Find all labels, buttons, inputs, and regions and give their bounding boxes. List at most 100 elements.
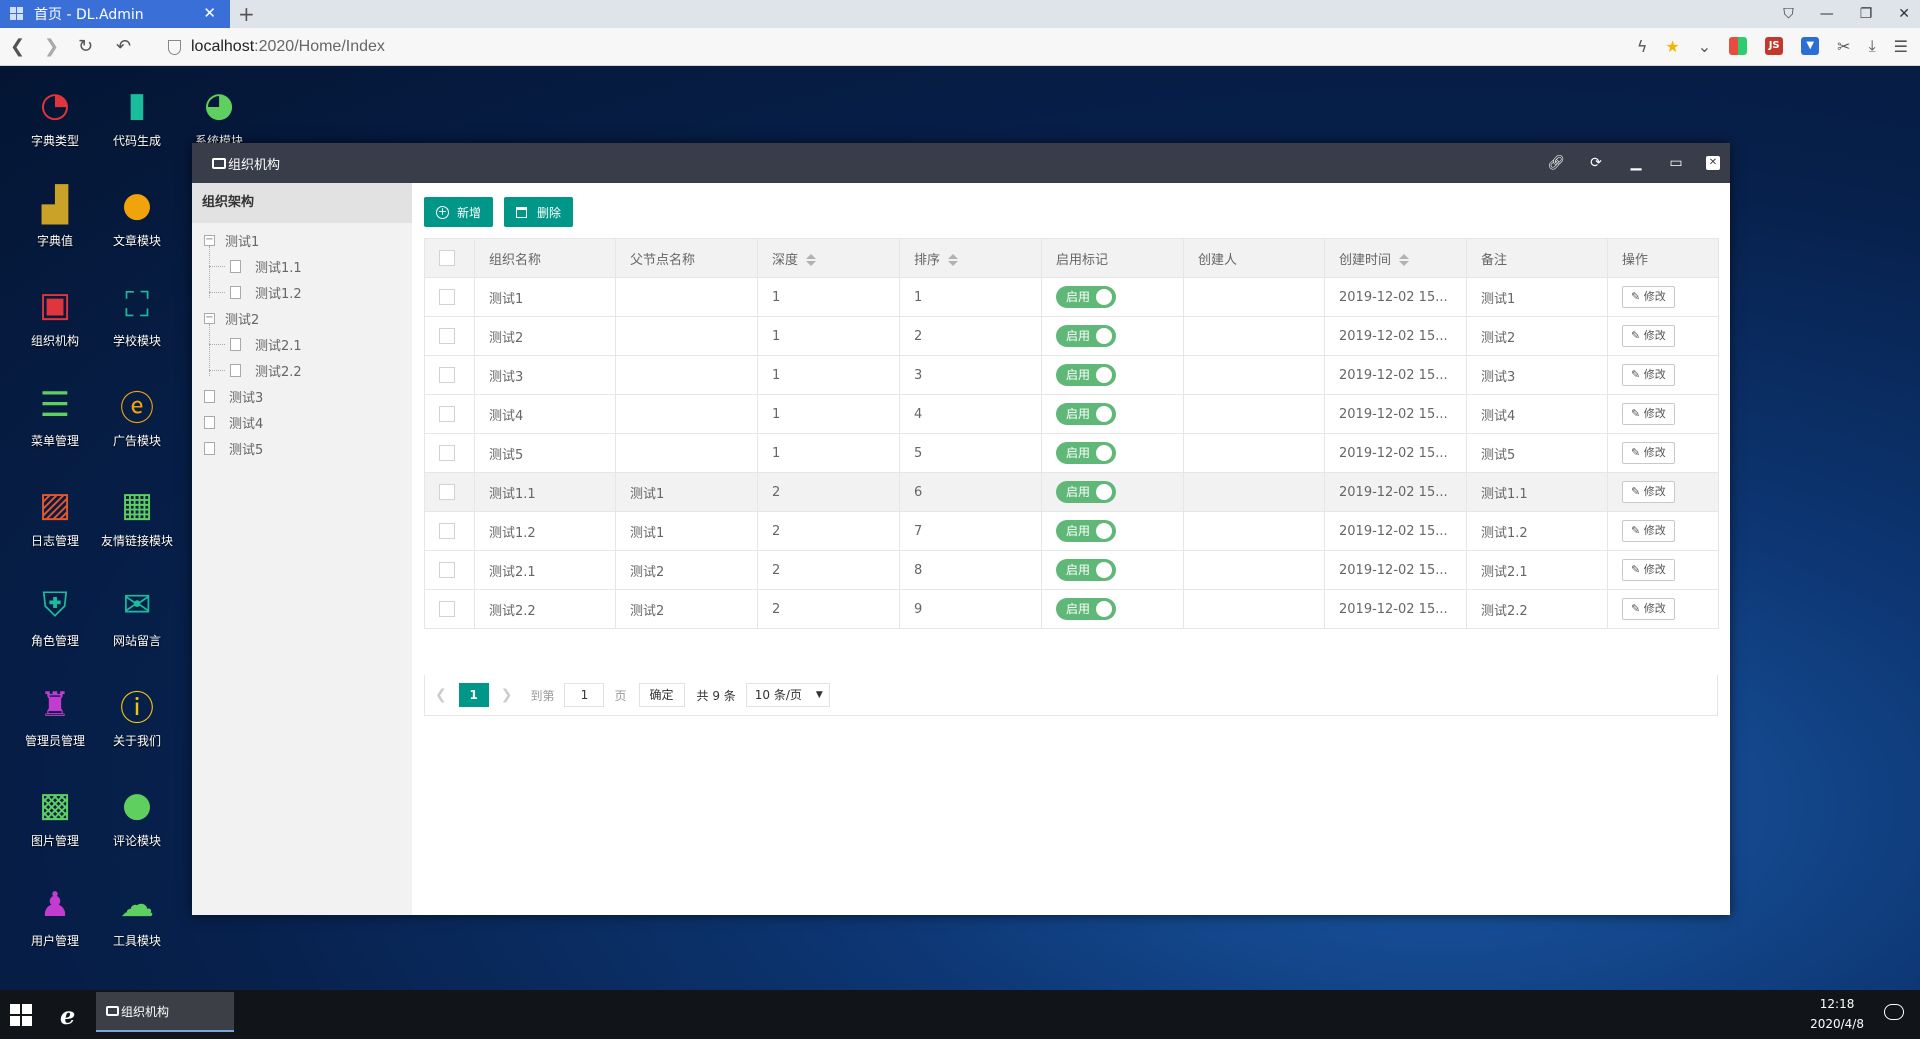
row-checkbox[interactable]	[439, 445, 455, 461]
row-checkbox[interactable]	[439, 484, 455, 500]
col-header[interactable]: 创建时间	[1324, 238, 1467, 278]
edit-button[interactable]: ✎ 修改	[1622, 520, 1675, 542]
dropdown-icon[interactable]: ⌄	[1698, 37, 1711, 56]
minimize-icon[interactable]: —	[1820, 6, 1834, 22]
shirt-icon[interactable]: ⛉	[1783, 6, 1794, 22]
forward-icon[interactable]: ❯	[44, 36, 59, 57]
row-checkbox[interactable]	[439, 367, 455, 383]
row-checkbox[interactable]	[439, 523, 455, 539]
enabled-toggle[interactable]: 启用	[1056, 325, 1116, 347]
tree-node[interactable]: 测试4	[204, 412, 263, 432]
edit-button[interactable]: ✎ 修改	[1622, 442, 1675, 464]
table-row[interactable]: 测试2.2 测试2 2 9 启用 2019-12-02 15... 测试2.2 ✎ 修改	[424, 589, 1719, 629]
desktop-icon[interactable]: ▦ 友情链接模块	[96, 485, 178, 549]
desktop-icon[interactable]: ✉ 网站留言	[96, 585, 178, 649]
refresh-icon[interactable]: ⟳	[1586, 153, 1606, 173]
desktop-icon[interactable]: ◕ 系统模块	[178, 85, 260, 149]
desktop-icon[interactable]: ⛨ 角色管理	[14, 585, 96, 649]
edit-button[interactable]: ✎ 修改	[1622, 559, 1675, 581]
edit-button[interactable]: ✎ 修改	[1622, 325, 1675, 347]
desktop-icon[interactable]: ▟ 字典值	[14, 185, 96, 249]
tree-node[interactable]: 测试1.2	[230, 282, 302, 302]
row-checkbox[interactable]	[439, 601, 455, 617]
enabled-toggle[interactable]: 启用	[1056, 559, 1116, 581]
tree-node[interactable]: 测试2.1	[230, 334, 302, 354]
desktop-icon[interactable]: ▮ 代码生成	[96, 85, 178, 149]
next-page-icon[interactable]: ❯	[501, 687, 513, 703]
back-icon[interactable]: ❮	[10, 36, 25, 57]
desktop-icon[interactable]: ⛶ 学校模块	[96, 285, 178, 349]
desktop-icon[interactable]: ● 文章模块	[96, 185, 178, 249]
goto-confirm-button[interactable]: 确定	[638, 683, 685, 707]
collapse-icon[interactable]: −	[204, 312, 215, 324]
desktop-icon[interactable]: ◔ 字典类型	[14, 85, 96, 149]
apps-icon[interactable]	[1729, 37, 1748, 55]
link-icon[interactable]: 🔗︎	[1546, 153, 1566, 173]
row-checkbox[interactable]	[439, 406, 455, 422]
collapse-icon[interactable]: −	[204, 234, 215, 246]
edit-button[interactable]: ✎ 修改	[1622, 403, 1675, 425]
maximize-window-icon[interactable]: ▭	[1666, 153, 1686, 173]
edit-button[interactable]: ✎ 修改	[1622, 286, 1675, 308]
col-header[interactable]: 深度	[757, 238, 900, 278]
table-row[interactable]: 测试3 1 3 启用 2019-12-02 15... 测试3 ✎ 修改	[424, 355, 1719, 395]
table-row[interactable]: 测试1 1 1 启用 2019-12-02 15... 测试1 ✎ 修改	[424, 277, 1719, 317]
sort-icon[interactable]	[948, 253, 959, 267]
minimize-window-icon[interactable]: ▁	[1626, 153, 1646, 173]
menu-icon[interactable]: ☰	[1894, 37, 1908, 56]
lightning-icon[interactable]: ϟ	[1637, 37, 1648, 56]
tree-node[interactable]: 测试1.1	[230, 256, 302, 276]
enabled-toggle[interactable]: 启用	[1056, 286, 1116, 308]
system-clock[interactable]: 12:18 2020/4/8	[1810, 994, 1864, 1034]
tree-node[interactable]: 测试3	[204, 386, 263, 406]
desktop-icon[interactable]: ☁ 工具模块	[96, 885, 178, 949]
close-window-icon[interactable]: ✕	[1898, 6, 1910, 22]
table-row[interactable]: 测试2.1 测试2 2 8 启用 2019-12-02 15... 测试2.1 ✎ 修改	[424, 550, 1719, 590]
page-input[interactable]: 1	[564, 683, 605, 707]
save-extension-icon[interactable]: ▼	[1801, 37, 1820, 55]
desktop-icon[interactable]: ▣ 组织机构	[14, 285, 96, 349]
enabled-toggle[interactable]: 启用	[1056, 520, 1116, 542]
table-row[interactable]: 测试5 1 5 启用 2019-12-02 15... 测试5 ✎ 修改	[424, 433, 1719, 473]
start-button[interactable]	[10, 1004, 32, 1026]
desktop-icon[interactable]: ● 评论模块	[96, 785, 178, 849]
row-checkbox[interactable]	[439, 289, 455, 305]
enabled-toggle[interactable]: 启用	[1056, 481, 1116, 503]
desktop-icon[interactable]: ♟ 用户管理	[14, 885, 96, 949]
table-row[interactable]: 测试1.1 测试1 2 6 启用 2019-12-02 15... 测试1.1 ✎ 修改	[424, 472, 1719, 512]
desktop-icon[interactable]: ▩ 图片管理	[14, 785, 96, 849]
undo-icon[interactable]: ↶	[116, 36, 131, 57]
prev-page-icon[interactable]: ❮	[435, 687, 447, 703]
table-row[interactable]: 测试1.2 测试1 2 7 启用 2019-12-02 15... 测试1.2 ✎ 修改	[424, 511, 1719, 551]
browser-tab-active[interactable]: 首页 - DL.Admin ✕	[0, 0, 230, 28]
table-row[interactable]: 测试4 1 4 启用 2019-12-02 15... 测试4 ✎ 修改	[424, 394, 1719, 434]
add-button[interactable]: + 新增	[424, 197, 494, 227]
js-extension-icon[interactable]: JS	[1765, 37, 1784, 55]
tab-close-icon[interactable]: ✕	[203, 4, 216, 22]
ie-icon[interactable]: e	[60, 1001, 75, 1030]
desktop-icon[interactable]: ☰ 菜单管理	[14, 385, 96, 449]
enabled-toggle[interactable]: 启用	[1056, 364, 1116, 386]
col-header[interactable]: 排序	[899, 238, 1042, 278]
close-window-button[interactable]: ✕	[1706, 156, 1720, 170]
taskbar-app-org[interactable]: 组织机构	[96, 992, 234, 1032]
page-current[interactable]: 1	[458, 683, 489, 707]
tree-node[interactable]: 测试2.2	[230, 360, 302, 380]
desktop-icon[interactable]: ♜ 管理员管理	[14, 685, 96, 749]
tree-node[interactable]: − 测试1	[204, 230, 259, 250]
new-tab-button[interactable]: +	[238, 2, 255, 26]
page-size-select[interactable]: 10 条/页	[745, 683, 830, 707]
enabled-toggle[interactable]: 启用	[1056, 442, 1116, 464]
row-checkbox[interactable]	[439, 562, 455, 578]
row-checkbox[interactable]	[439, 328, 455, 344]
star-icon[interactable]: ★	[1665, 37, 1679, 56]
restore-icon[interactable]: ❐	[1860, 6, 1873, 22]
download-icon[interactable]: ⤓	[1869, 36, 1876, 56]
sort-icon[interactable]	[1399, 253, 1410, 267]
tree-node[interactable]: − 测试2	[204, 308, 259, 328]
sort-icon[interactable]	[806, 253, 817, 267]
desktop-icon[interactable]: ⓔ 广告模块	[96, 386, 178, 449]
edit-button[interactable]: ✎ 修改	[1622, 364, 1675, 386]
edit-button[interactable]: ✎ 修改	[1622, 481, 1675, 503]
tree-node[interactable]: 测试5	[204, 438, 263, 458]
